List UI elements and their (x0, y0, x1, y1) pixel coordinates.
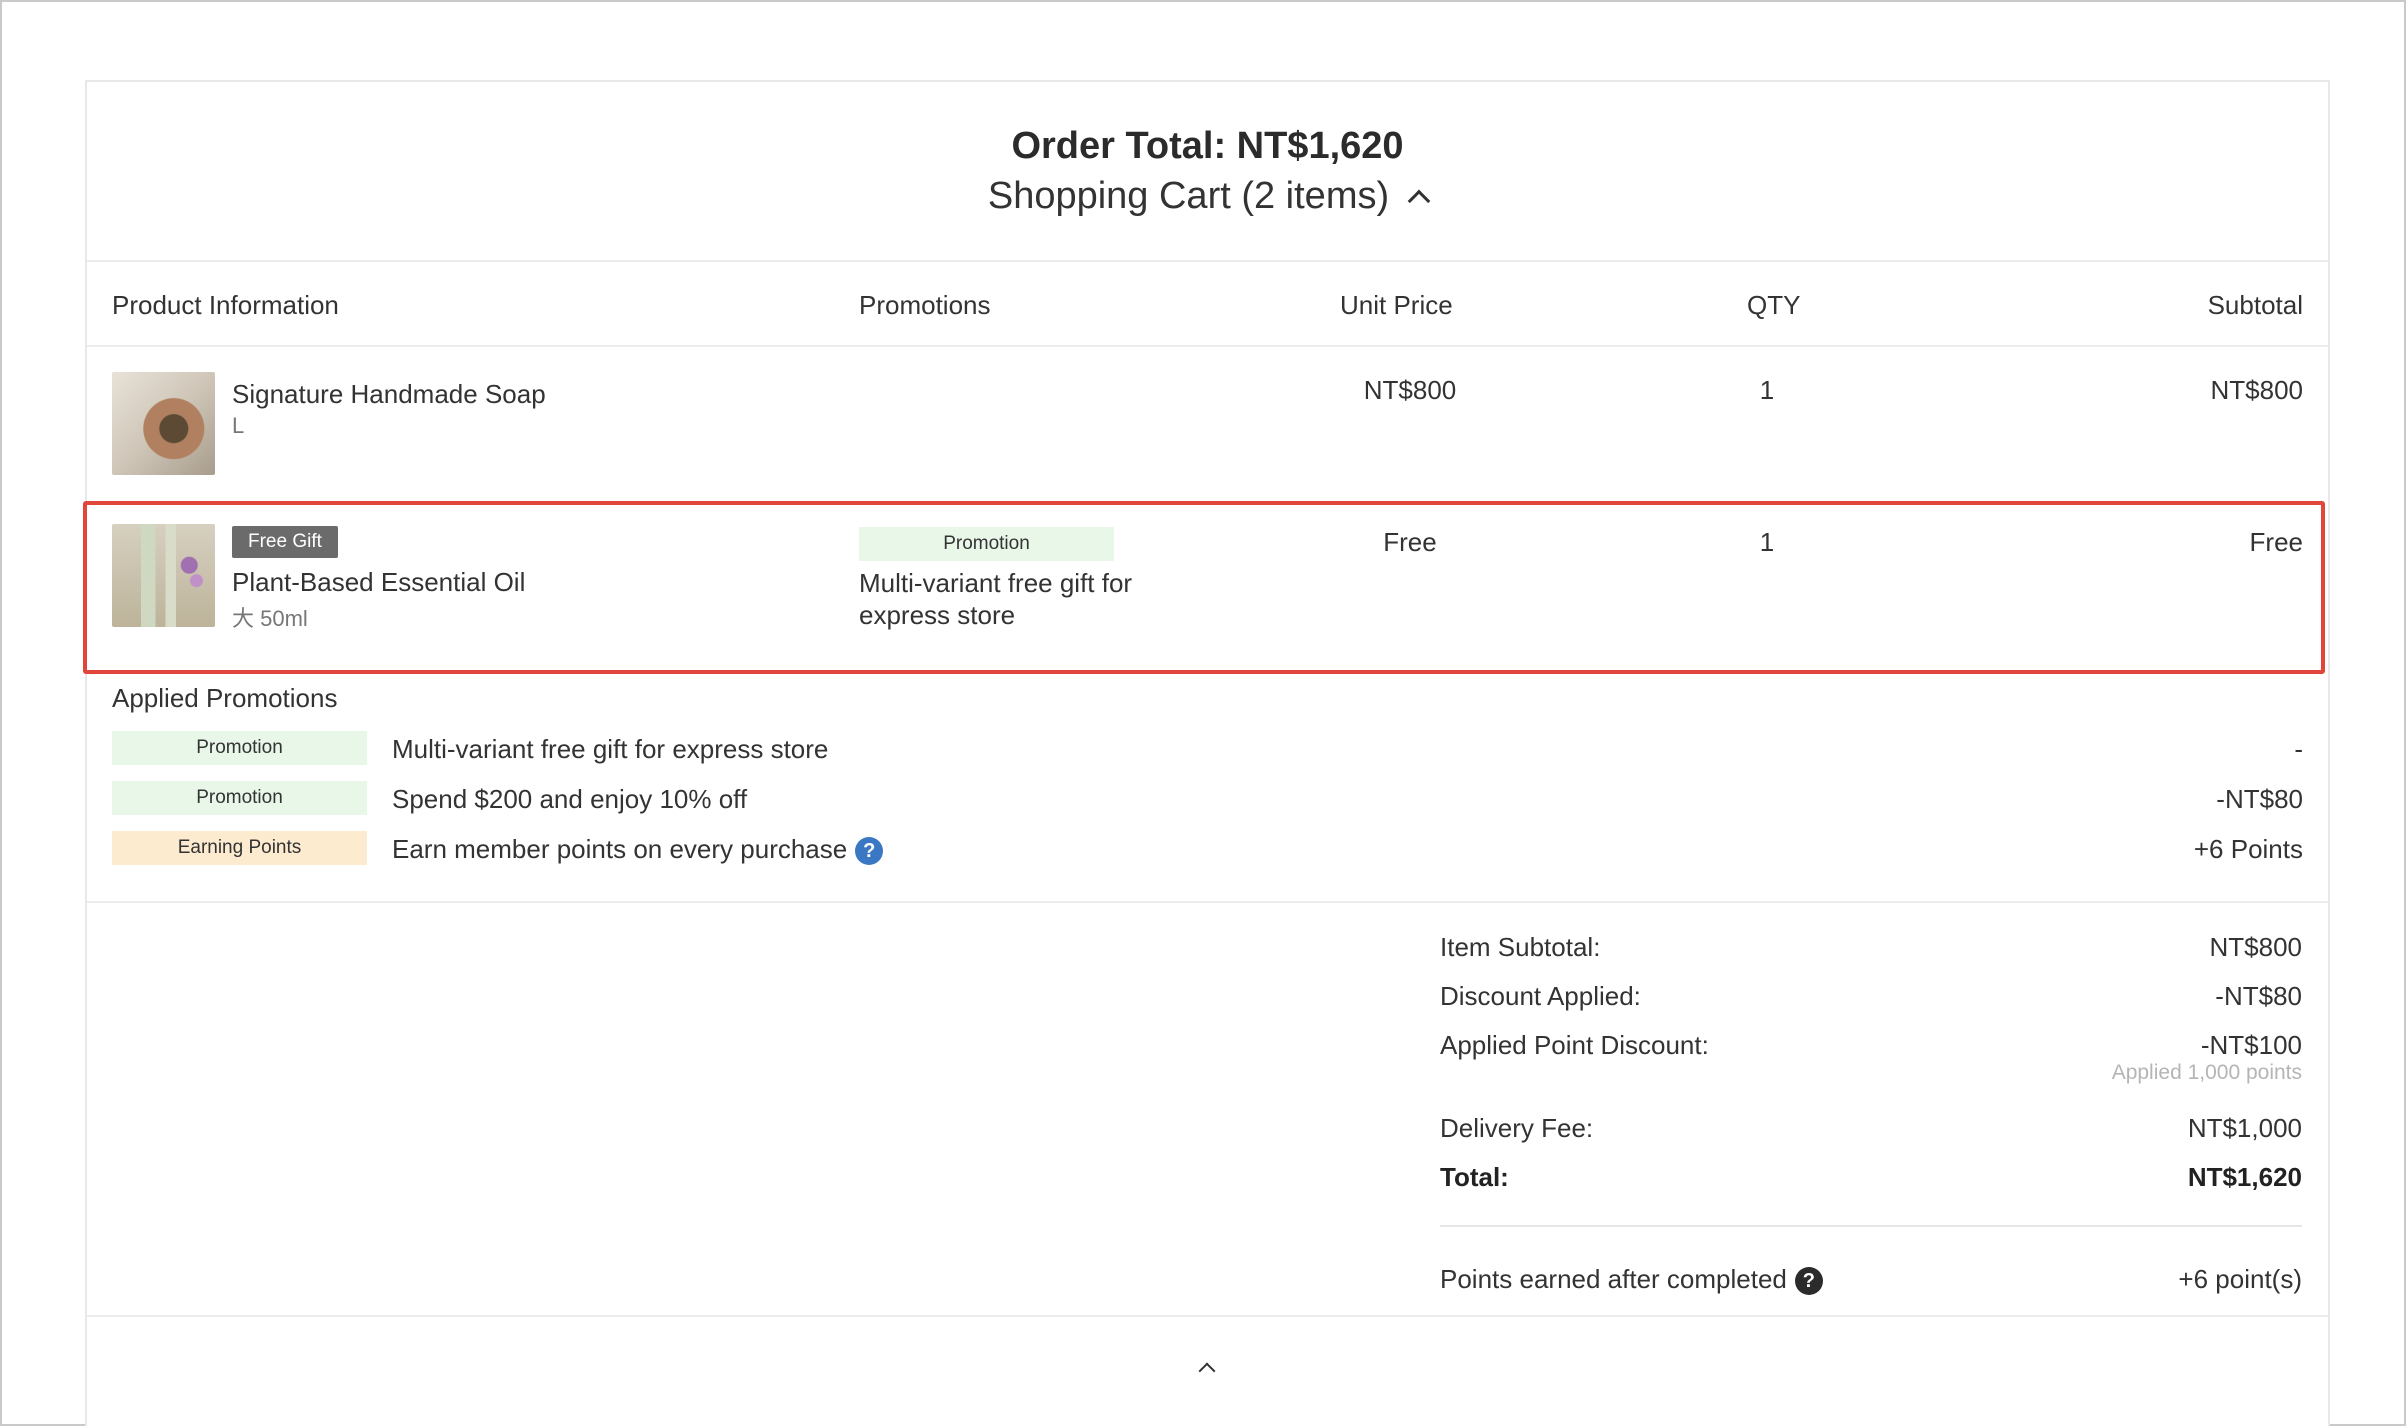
quantity: 1 (1759, 527, 1775, 557)
discount-label: Discount Applied: (1440, 981, 1641, 1011)
product-thumbnail-soap[interactable] (112, 372, 215, 475)
column-unit-price: Unit Price (1340, 290, 1453, 320)
help-icon[interactable]: ? (1794, 1267, 1823, 1296)
applied-promotion-row: Promotion Spend $200 and enjoy 10% off -… (112, 781, 2303, 817)
promotion-text: Multi-variant free gift for express stor… (859, 567, 1132, 631)
points-earned-label: Points earned after completed? (1440, 1261, 1823, 1297)
promotion-text-line: express store (859, 600, 1016, 630)
product-name[interactable]: Plant-Based Essential Oil (232, 567, 525, 598)
free-gift-badge: Free Gift (232, 526, 338, 558)
item-promotion: Promotion Multi-variant free gift for ex… (859, 525, 1132, 631)
total-value: NT$1,620 (2187, 1162, 2302, 1192)
promotion-badge: Promotion (112, 731, 367, 765)
applied-promotion-value: - (2294, 734, 2303, 764)
applied-promotion-row: Earning Points Earn member points on eve… (112, 831, 2303, 867)
column-qty: QTY (1747, 290, 1801, 320)
summary-divider (1440, 1225, 2302, 1227)
point-discount-value: -NT$100 (2200, 1030, 2302, 1060)
subtotal: NT$800 (2210, 375, 2304, 405)
applied-promotion-text: Multi-variant free gift for express stor… (392, 734, 829, 764)
chevron-up-icon[interactable] (1407, 189, 1431, 213)
delivery-fee-value: NT$1,000 (2187, 1113, 2302, 1143)
chevron-up-icon[interactable] (1198, 1362, 1216, 1380)
unit-price: NT$800 (1363, 375, 1457, 405)
collapse-footer (87, 1317, 2328, 1417)
applied-promotions: Applied Promotions Promotion Multi-varia… (87, 671, 2328, 903)
order-summary-card: Order Total: NT$1,620 Shopping Cart (2 i… (85, 80, 2330, 1426)
earning-points-badge: Earning Points (112, 831, 367, 865)
shopping-cart-label: Shopping Cart (2 items) (987, 175, 1390, 217)
total-label: Total: (1440, 1162, 1509, 1192)
table-header: Product Information Promotions Unit Pric… (87, 262, 2328, 347)
point-discount-label: Applied Point Discount: (1440, 1030, 1709, 1060)
applied-promotions-title: Applied Promotions (112, 683, 338, 713)
points-earned-value: +6 point(s) (2178, 1264, 2302, 1294)
promotion-text-line: Multi-variant free gift for (859, 568, 1133, 598)
applied-promotion-value: +6 Points (2193, 834, 2303, 864)
points-earned-row: Points earned after completed? +6 point(… (1440, 1261, 2302, 1297)
shopping-cart-toggle[interactable]: Shopping Cart (2 items) (987, 170, 1431, 222)
table-row: Signature Handmade Soap L NT$800 1 NT$80… (87, 347, 2328, 499)
item-subtotal-row: Item Subtotal: NT$800 (1440, 929, 2302, 965)
column-subtotal: Subtotal (2207, 290, 2303, 320)
subtotal: Free (2249, 527, 2303, 557)
help-icon[interactable]: ? (855, 837, 884, 866)
point-discount-row: Applied Point Discount: -NT$100 (1440, 1027, 2302, 1063)
product-name[interactable]: Signature Handmade Soap (232, 379, 546, 410)
price-summary: Item Subtotal: NT$800 Discount Applied: … (87, 903, 2328, 1317)
order-header: Order Total: NT$1,620 Shopping Cart (2 i… (87, 82, 2328, 262)
column-promotions: Promotions (859, 290, 991, 320)
total-row: Total: NT$1,620 (1440, 1159, 2302, 1195)
promotion-badge: Promotion (859, 527, 1114, 561)
order-total-title: Order Total: NT$1,620 (1011, 125, 1404, 167)
quantity: 1 (1759, 375, 1775, 405)
table-row-free-gift: Free Gift Plant-Based Essential Oil 大 50… (87, 499, 2328, 671)
point-discount-note: Applied 1,000 points (2111, 1061, 2302, 1084)
product-thumbnail-essential-oil[interactable] (112, 524, 215, 627)
delivery-fee-label: Delivery Fee: (1440, 1113, 1594, 1143)
discount-value: -NT$80 (2215, 981, 2302, 1011)
product-variant: L (232, 413, 245, 438)
applied-promotion-value: -NT$80 (2216, 784, 2303, 814)
product-variant: 大 50ml (232, 606, 308, 631)
column-product-information: Product Information (112, 290, 339, 320)
item-subtotal-label: Item Subtotal: (1440, 932, 1601, 962)
points-earned-text: Points earned after completed (1440, 1264, 1787, 1294)
discount-row: Discount Applied: -NT$80 (1440, 978, 2302, 1014)
applied-promotion-text: Earn member points on every purchase? (392, 831, 884, 867)
applied-promotion-row: Promotion Multi-variant free gift for ex… (112, 731, 2303, 767)
earn-points-text: Earn member points on every purchase (392, 834, 848, 864)
item-subtotal-value: NT$800 (2209, 932, 2303, 962)
applied-promotion-text: Spend $200 and enjoy 10% off (392, 784, 748, 814)
delivery-fee-row: Delivery Fee: NT$1,000 (1440, 1110, 2302, 1146)
unit-price: Free (1383, 527, 1437, 557)
promotion-badge: Promotion (112, 781, 367, 815)
